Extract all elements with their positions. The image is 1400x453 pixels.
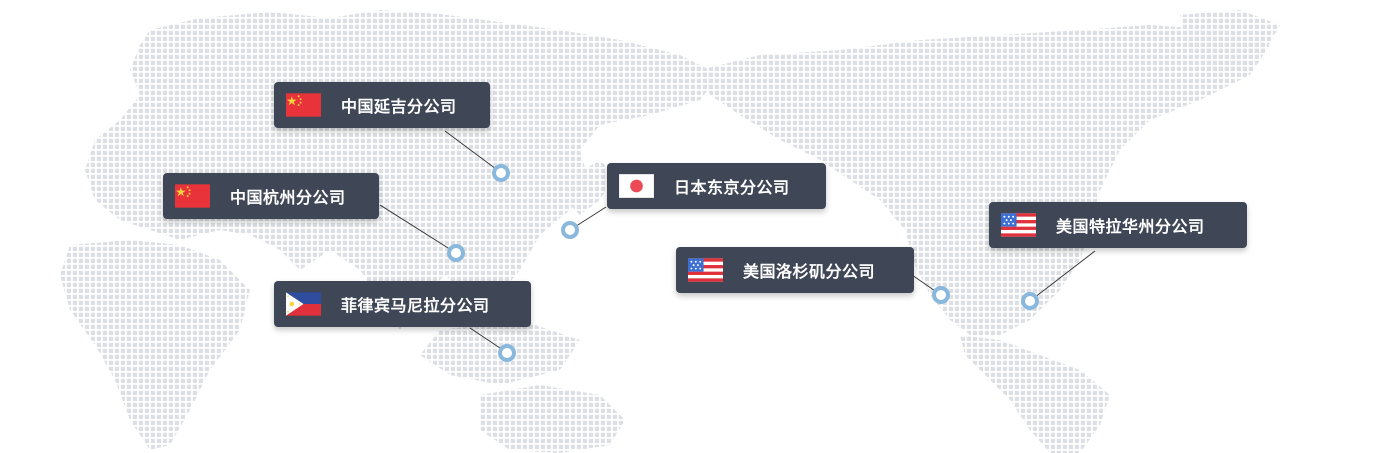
usa-flag-icon — [688, 258, 723, 282]
office-label-tokyo[interactable]: 日本东京分公司 — [607, 163, 826, 209]
office-label-hangzhou[interactable]: 中国杭州分公司 — [163, 173, 379, 219]
office-name: 菲律宾马尼拉分公司 — [341, 296, 490, 315]
office-label-la[interactable]: 美国洛杉矶分公司 — [676, 247, 914, 293]
connector-hangzhou — [379, 204, 457, 254]
office-name: 日本东京分公司 — [674, 178, 790, 197]
office-label-yanji[interactable]: 中国延吉分公司 — [274, 82, 490, 128]
marker-la[interactable] — [932, 286, 950, 304]
china-flag-icon — [175, 184, 210, 208]
connector-florida — [1029, 250, 1096, 302]
philippines-flag-icon — [286, 292, 321, 316]
marker-hangzhou[interactable] — [447, 244, 465, 262]
office-name: 中国杭州分公司 — [230, 188, 346, 207]
marker-florida[interactable] — [1021, 292, 1039, 310]
office-name: 美国特拉华州分公司 — [1056, 217, 1205, 236]
office-name: 中国延吉分公司 — [341, 97, 457, 116]
office-name: 美国洛杉矶分公司 — [743, 262, 876, 281]
office-label-manila[interactable]: 菲律宾马尼拉分公司 — [274, 281, 531, 327]
china-flag-icon — [286, 93, 321, 117]
marker-yanji[interactable] — [492, 164, 510, 182]
connector-yanji — [444, 130, 501, 173]
marker-tokyo[interactable] — [561, 221, 579, 239]
office-label-florida[interactable]: 美国特拉华州分公司 — [989, 202, 1247, 248]
japan-flag-icon — [619, 174, 654, 198]
usa-flag-icon — [1001, 213, 1036, 237]
marker-manila[interactable] — [498, 344, 516, 362]
